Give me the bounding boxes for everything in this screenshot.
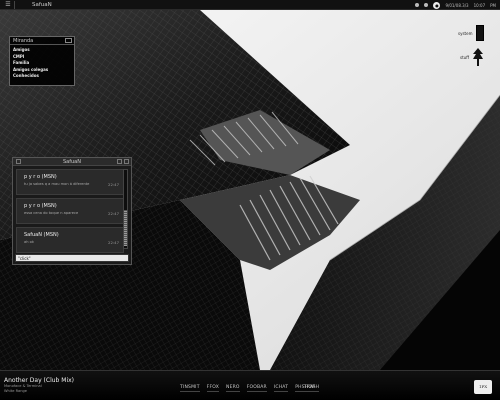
contact-list-title: Miranda bbox=[13, 38, 34, 44]
contact-list-window: Miranda Amigos CMPI Familia Amigos coleg… bbox=[9, 36, 75, 86]
message-sender: SafuaN (MSN) bbox=[24, 232, 59, 238]
message-text: ah ok bbox=[24, 240, 34, 244]
desktop-icon-system[interactable]: system bbox=[458, 25, 485, 41]
dock-item-foobar[interactable]: FOOBAR bbox=[246, 385, 267, 392]
scrollbar-thumb[interactable] bbox=[124, 210, 127, 246]
chat-window: SafuaN p y r o (MSN) tu ja sabes q a mau… bbox=[12, 157, 132, 265]
message-sender: p y r o (MSN) bbox=[24, 174, 57, 180]
power-icon[interactable]: ● bbox=[433, 1, 441, 9]
dock-item-trash[interactable]: TRASH bbox=[304, 385, 320, 392]
dock-item-tinsmit[interactable]: TINSMIT bbox=[180, 385, 200, 392]
status-area: ● 9/01/08.3/3 10:07 PM bbox=[415, 1, 496, 9]
dock-item-ffox[interactable]: FFOX bbox=[206, 385, 219, 392]
clock-text: 10:07 bbox=[473, 2, 486, 8]
dock-item-ichat[interactable]: ICHAT bbox=[273, 385, 289, 392]
message-text: tu ja sabes q a mau mon á diferente bbox=[24, 182, 90, 186]
message-sender: p y r o (MSN) bbox=[24, 203, 57, 209]
desktop-icon-label: system bbox=[458, 30, 473, 36]
minimize-icon[interactable] bbox=[117, 159, 122, 164]
now-playing[interactable]: Another Day (Club Mix) Monoface & Termin… bbox=[4, 377, 74, 394]
status-dot-icon[interactable] bbox=[415, 3, 420, 7]
message-list: p y r o (MSN) tu ja sabes q a mau mon á … bbox=[16, 169, 124, 261]
message-time: 22:47 bbox=[108, 182, 119, 187]
track-title: Another Day (Club Mix) bbox=[4, 377, 75, 384]
tree-icon[interactable] bbox=[472, 48, 483, 66]
menu-icon[interactable]: ☰ bbox=[3, 1, 13, 9]
maximize-icon[interactable] bbox=[124, 159, 129, 164]
message-item: p y r o (MSN) tu ja sabes q a mau mon á … bbox=[16, 169, 124, 195]
message-item: SafuaN (MSN) ah ok 22:47 bbox=[16, 227, 124, 253]
message-scrollbar[interactable] bbox=[123, 169, 128, 249]
bottom-bar: Another Day (Club Mix) Monoface & Termin… bbox=[0, 370, 500, 400]
brand-logo: 1PX bbox=[474, 380, 492, 394]
chat-title: SafuaN bbox=[63, 159, 81, 165]
drive-icon[interactable] bbox=[476, 25, 485, 41]
desktop-icon-stuff[interactable]: stuff bbox=[460, 48, 483, 66]
desktop-icon-label: stuff bbox=[460, 54, 469, 60]
message-time: 22:47 bbox=[108, 211, 119, 216]
contact-group-item[interactable]: Conhecidos bbox=[13, 73, 71, 80]
top-menu-bar: ☰ SafuaN ● 9/01/08.3/3 10:07 PM bbox=[0, 0, 500, 10]
window-control-icon[interactable] bbox=[65, 38, 72, 43]
date-text: 9/01/08.3/3 bbox=[445, 2, 469, 8]
dock-item-nero[interactable]: NERO bbox=[226, 385, 240, 392]
dock: TINSMIT FFOX NERO FOOBAR ICHAT PHSHOP bbox=[180, 385, 315, 392]
chat-titlebar[interactable]: SafuaN bbox=[13, 158, 131, 166]
contact-list-titlebar[interactable]: Miranda bbox=[10, 37, 74, 45]
status-dot-icon[interactable] bbox=[424, 3, 429, 7]
contact-groups: Amigos CMPI Familia Amigos colegas Conhe… bbox=[10, 45, 74, 82]
track-album: White Range bbox=[4, 389, 27, 393]
message-input[interactable]: "click" bbox=[15, 254, 129, 262]
clock-period: PM bbox=[490, 2, 496, 8]
message-text: essa cena do toque n aparece bbox=[24, 211, 79, 215]
separator bbox=[14, 1, 15, 9]
message-item: p y r o (MSN) essa cena do toque n apare… bbox=[16, 198, 124, 224]
message-time: 22:47 bbox=[108, 240, 119, 245]
active-app-name[interactable]: SafuaN bbox=[32, 1, 52, 9]
